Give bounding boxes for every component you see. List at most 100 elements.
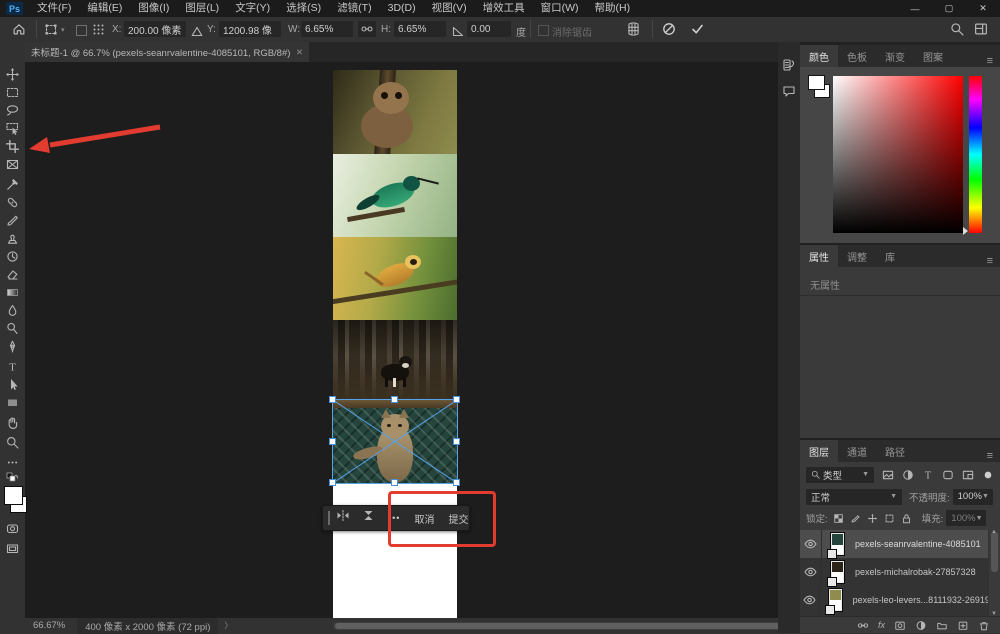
layer-visibility-toggle[interactable] [800, 530, 822, 558]
crop-tool-icon[interactable] [3, 138, 22, 155]
transform-handle-top-left[interactable] [329, 396, 336, 403]
filter-adjustment-layers-icon[interactable] [902, 469, 914, 481]
horizontal-scrollbar-thumb[interactable] [335, 623, 841, 629]
panel-menu-icon[interactable]: ≡ [980, 55, 1000, 67]
flip-horizontal-icon[interactable] [330, 509, 356, 527]
transform-handle-top-center[interactable] [391, 396, 398, 403]
add-layer-mask-icon[interactable] [894, 620, 906, 631]
zoom-level[interactable]: 66.67% [33, 620, 65, 631]
history-brush-tool-icon[interactable] [3, 248, 22, 265]
reference-point-grid-icon[interactable] [92, 23, 105, 41]
tab-adjustments[interactable]: 调整 [838, 245, 876, 267]
foreground-color-swatch[interactable] [4, 486, 23, 505]
h-value-field[interactable]: 6.65% [394, 21, 446, 37]
menu-help[interactable]: 帮助(H) [587, 0, 639, 17]
w-value-field[interactable]: 6.65% [301, 21, 353, 37]
layer-thumbnail[interactable] [830, 560, 845, 584]
tab-swatches[interactable]: 色板 [838, 45, 876, 67]
search-icon[interactable] [950, 22, 964, 41]
tab-properties[interactable]: 属性 [800, 245, 838, 267]
tab-patterns[interactable]: 图案 [914, 45, 952, 67]
warp-mode-icon[interactable] [626, 22, 641, 41]
menu-3d[interactable]: 3D(D) [380, 0, 424, 17]
commit-transform-button[interactable]: 提交 [441, 511, 475, 526]
menu-select[interactable]: 选择(S) [278, 0, 329, 17]
transform-handle-bottom-right[interactable] [453, 479, 460, 486]
horizontal-scrollbar-track[interactable] [333, 622, 845, 630]
history-panel-icon[interactable] [780, 56, 798, 74]
layer-thumbnail[interactable] [828, 588, 843, 612]
menu-window[interactable]: 窗口(W) [533, 0, 587, 17]
filter-toggle-icon[interactable] [982, 469, 994, 481]
clone-stamp-tool-icon[interactable] [3, 230, 22, 247]
blend-mode-dropdown[interactable]: 正常 ▼ [806, 489, 902, 505]
commit-transform-icon[interactable] [690, 22, 705, 41]
panel-menu-icon[interactable]: ≡ [980, 450, 1000, 462]
filter-smart-objects-icon[interactable] [962, 469, 974, 481]
menu-image[interactable]: 图像(I) [130, 0, 177, 17]
antialias-checkbox[interactable] [538, 25, 549, 36]
layer-style-fx-icon[interactable]: fx [878, 620, 885, 630]
filter-pixel-layers-icon[interactable] [882, 469, 894, 481]
type-tool-icon[interactable]: T [3, 358, 22, 375]
more-options-icon[interactable]: ••• [381, 513, 407, 523]
eraser-tool-icon[interactable] [3, 266, 22, 283]
filter-shape-layers-icon[interactable] [942, 469, 954, 481]
free-transform-bounding-box[interactable] [332, 399, 458, 484]
transform-handle-middle-right[interactable] [453, 438, 460, 445]
flip-vertical-icon[interactable] [356, 509, 381, 527]
default-colors-icon[interactable] [3, 470, 22, 487]
transform-preset-icon[interactable] [44, 23, 58, 41]
tab-paths[interactable]: 路径 [876, 440, 914, 462]
minimize-button[interactable]: — [898, 0, 932, 17]
quick-mask-icon[interactable] [3, 520, 22, 537]
edit-toolbar-ellipsis-icon[interactable] [3, 454, 22, 471]
layers-scrollbar-track[interactable]: ▲ ▼ [989, 530, 1000, 616]
maximize-button[interactable]: ▢ [932, 0, 966, 17]
cancel-transform-icon[interactable] [662, 22, 676, 41]
layer-row-3[interactable]: pexels-leo-levers...8111932-26919542 [800, 586, 988, 614]
eyedropper-tool-icon[interactable] [3, 176, 22, 193]
canvas-document[interactable] [333, 70, 457, 618]
home-icon[interactable] [12, 22, 26, 41]
maintain-aspect-link-icon[interactable] [358, 21, 376, 37]
menu-plugins[interactable]: 增效工具 [475, 0, 533, 17]
move-tool-icon[interactable] [3, 66, 22, 83]
opacity-dropdown[interactable]: 100% ▼ [953, 489, 993, 505]
new-layer-icon[interactable] [957, 620, 969, 631]
workspace-switcher-icon[interactable] [974, 22, 988, 41]
relative-position-checkbox[interactable] [76, 25, 87, 36]
shape-tool-icon[interactable] [3, 394, 22, 411]
marquee-tool-icon[interactable] [3, 84, 22, 101]
panel-foreground-swatch[interactable] [808, 75, 825, 90]
comments-panel-icon[interactable] [780, 82, 798, 100]
new-adjustment-layer-icon[interactable] [915, 620, 927, 631]
menu-filter[interactable]: 滤镜(T) [329, 0, 379, 17]
zoom-tool-icon[interactable] [3, 434, 22, 451]
lock-artboard-icon[interactable] [884, 513, 895, 524]
transform-handle-middle-left[interactable] [329, 438, 336, 445]
lock-position-icon[interactable] [867, 513, 878, 524]
transform-handle-top-right[interactable] [453, 396, 460, 403]
menu-layer[interactable]: 图层(L) [177, 0, 227, 17]
blur-tool-icon[interactable] [3, 302, 22, 319]
lock-image-pixels-icon[interactable] [850, 513, 861, 524]
y-value-field[interactable]: 1200.98 像 [219, 21, 281, 37]
panel-menu-icon[interactable]: ≡ [980, 255, 1000, 267]
fill-dropdown[interactable]: 100% ▼ [946, 510, 986, 526]
tab-gradients[interactable]: 渐变 [876, 45, 914, 67]
cancel-transform-button[interactable]: 取消 [407, 511, 441, 526]
filter-kind-dropdown[interactable]: 类型 ▼ [806, 467, 874, 483]
lock-all-icon[interactable] [901, 513, 912, 524]
hue-slider-bar[interactable] [969, 76, 982, 233]
document-tab-close-icon[interactable]: ✕ [296, 47, 303, 58]
delete-layer-icon[interactable] [978, 620, 990, 631]
menu-edit[interactable]: 编辑(E) [79, 0, 130, 17]
scroll-up-icon[interactable]: ▲ [991, 530, 997, 535]
hue-slider-arrow[interactable] [963, 227, 968, 235]
tab-color[interactable]: 颜色 [800, 45, 838, 67]
layer-visibility-toggle[interactable] [800, 586, 820, 614]
lasso-tool-icon[interactable] [3, 102, 22, 119]
gradient-tool-icon[interactable] [3, 284, 22, 301]
hand-tool-icon[interactable] [3, 414, 22, 431]
